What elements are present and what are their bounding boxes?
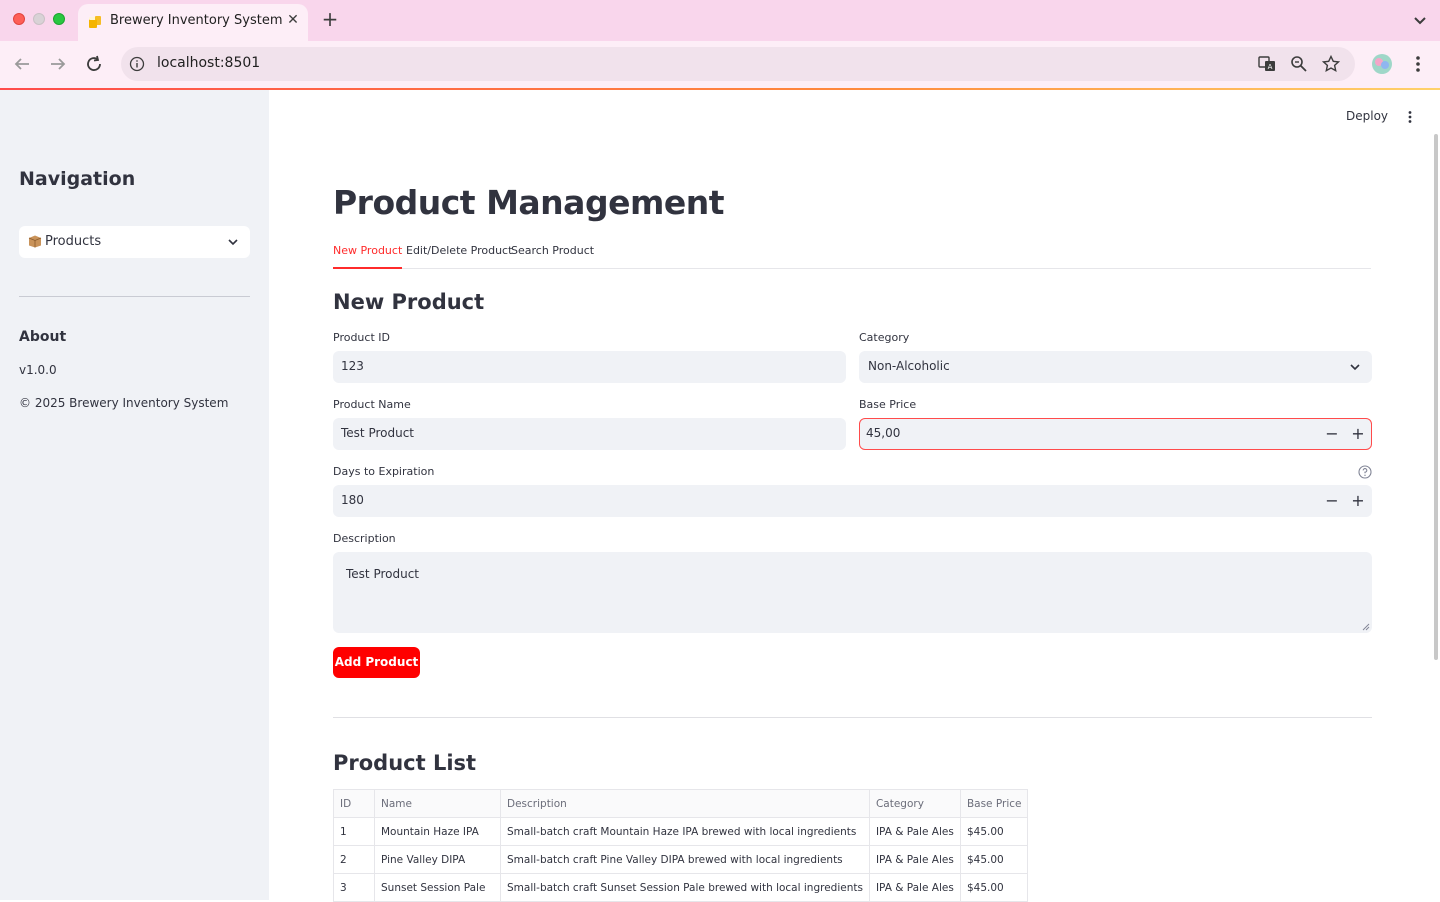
table-cell-price[interactable]: $45.00 bbox=[959, 873, 1029, 902]
main-menu-icon[interactable] bbox=[1402, 109, 1418, 125]
form-section-title: New Product bbox=[333, 290, 485, 314]
base-price-decrement-button[interactable]: − bbox=[1319, 419, 1345, 449]
page-title: Product Management bbox=[333, 183, 724, 222]
tab-edit-delete-product[interactable]: Edit/Delete Product bbox=[406, 244, 512, 269]
chevron-down-icon bbox=[1350, 364, 1360, 371]
deploy-button[interactable]: Deploy bbox=[1346, 109, 1388, 123]
content-divider bbox=[333, 717, 1372, 718]
days-to-expiration-input[interactable]: 180 − + bbox=[333, 485, 1372, 517]
description-label: Description bbox=[333, 532, 396, 545]
tab-search-chevron-icon[interactable] bbox=[1408, 8, 1432, 32]
days-decrement-button[interactable]: − bbox=[1319, 486, 1345, 516]
days-increment-button[interactable]: + bbox=[1345, 486, 1371, 516]
column-header-base-price[interactable]: Base Price bbox=[959, 789, 1029, 818]
column-header-category[interactable]: Category bbox=[868, 789, 961, 818]
product-id-input[interactable]: 123 bbox=[333, 351, 846, 383]
base-price-label: Base Price bbox=[859, 398, 917, 411]
navigation-select-value: Products bbox=[45, 234, 102, 249]
category-select[interactable]: Non-Alcoholic bbox=[859, 351, 1372, 383]
tab-title: Brewery Inventory System bbox=[110, 13, 283, 28]
close-window-button[interactable] bbox=[13, 13, 25, 25]
description-value: Test Product bbox=[346, 567, 420, 581]
table-cell-category[interactable]: IPA & Pale Ales bbox=[868, 873, 961, 902]
table-cell-id[interactable]: 2 bbox=[333, 845, 375, 874]
new-tab-button[interactable]: + bbox=[320, 8, 340, 30]
tab-new-product[interactable]: New Product bbox=[333, 244, 403, 269]
browser-tab-active[interactable]: Brewery Inventory System ✕ bbox=[78, 4, 308, 41]
resize-grip-icon[interactable] bbox=[1362, 623, 1370, 631]
days-to-expiration-label: Days to Expiration bbox=[333, 465, 435, 478]
column-header-name[interactable]: Name bbox=[374, 789, 501, 818]
tab-list: New Product Edit/Delete Product Search P… bbox=[333, 244, 1371, 269]
column-header-id[interactable]: ID bbox=[333, 789, 375, 818]
table-cell-description[interactable]: Small-batch craft Sunset Session Pale br… bbox=[500, 873, 870, 902]
chevron-down-icon bbox=[228, 239, 238, 246]
svg-text:A: A bbox=[1268, 63, 1273, 71]
address-bar[interactable]: localhost:8501 A bbox=[121, 47, 1355, 81]
product-name-value: Test Product bbox=[341, 426, 415, 440]
add-product-button[interactable]: Add Product bbox=[333, 647, 420, 678]
product-id-label: Product ID bbox=[333, 331, 390, 344]
base-price-increment-button[interactable]: + bbox=[1345, 419, 1371, 449]
bookmark-star-icon[interactable] bbox=[1321, 54, 1341, 74]
table-cell-category[interactable]: IPA & Pale Ales bbox=[868, 817, 961, 846]
copyright-text: © 2025 Brewery Inventory System bbox=[19, 396, 229, 410]
description-textarea[interactable]: Test Product bbox=[333, 552, 1372, 633]
category-label: Category bbox=[859, 331, 910, 344]
category-value: Non-Alcoholic bbox=[868, 359, 950, 373]
version-text: v1.0.0 bbox=[19, 363, 57, 377]
maximize-window-button[interactable] bbox=[53, 13, 65, 25]
product-table[interactable]: ID Name Description Category Base Price … bbox=[333, 789, 1029, 902]
product-name-label: Product Name bbox=[333, 398, 411, 411]
table-cell-description[interactable]: Small-batch craft Mountain Haze IPA brew… bbox=[500, 817, 870, 846]
browser-menu-icon[interactable] bbox=[1407, 53, 1429, 75]
site-info-icon[interactable] bbox=[129, 56, 145, 72]
sidebar: Navigation Products About v1.0.0 © 2025 … bbox=[0, 90, 269, 900]
base-price-input[interactable]: 45,00 − + bbox=[859, 418, 1372, 450]
browser-toolbar: localhost:8501 A bbox=[0, 41, 1440, 88]
tab-search-product[interactable]: Search Product bbox=[511, 244, 594, 269]
minimize-window-button[interactable] bbox=[33, 13, 45, 25]
table-cell-id[interactable]: 3 bbox=[333, 873, 375, 902]
zoom-icon[interactable] bbox=[1289, 54, 1309, 74]
table-row[interactable]: 3 Sunset Session Pale Small-batch craft … bbox=[333, 873, 1029, 902]
sidebar-divider bbox=[19, 296, 250, 297]
translate-icon[interactable]: A bbox=[1257, 54, 1277, 74]
beer-favicon-icon bbox=[89, 16, 101, 28]
product-list-title: Product List bbox=[333, 751, 477, 775]
product-id-value: 123 bbox=[341, 359, 364, 373]
product-name-input[interactable]: Test Product bbox=[333, 418, 846, 450]
base-price-value: 45,00 bbox=[866, 426, 901, 440]
table-cell-name[interactable]: Sunset Session Pale bbox=[374, 873, 501, 902]
package-icon bbox=[28, 235, 42, 248]
table-cell-price[interactable]: $45.00 bbox=[959, 845, 1029, 874]
profile-avatar-icon[interactable] bbox=[1371, 53, 1393, 75]
page-scrollbar[interactable] bbox=[1434, 134, 1438, 660]
tab-close-icon[interactable]: ✕ bbox=[284, 11, 302, 29]
column-header-description[interactable]: Description bbox=[500, 789, 870, 818]
table-cell-description[interactable]: Small-batch craft Pine Valley DIPA brewe… bbox=[500, 845, 870, 874]
help-icon[interactable] bbox=[1358, 465, 1372, 479]
table-cell-category[interactable]: IPA & Pale Ales bbox=[868, 845, 961, 874]
url-text[interactable]: localhost:8501 bbox=[157, 55, 260, 71]
table-cell-name[interactable]: Pine Valley DIPA bbox=[374, 845, 501, 874]
table-row[interactable]: 2 Pine Valley DIPA Small-batch craft Pin… bbox=[333, 845, 1029, 874]
table-header-row: ID Name Description Category Base Price bbox=[333, 789, 1029, 818]
about-heading: About bbox=[19, 329, 67, 345]
table-cell-id[interactable]: 1 bbox=[333, 817, 375, 846]
table-cell-name[interactable]: Mountain Haze IPA bbox=[374, 817, 501, 846]
days-to-expiration-value: 180 bbox=[341, 493, 364, 507]
back-arrow-icon[interactable] bbox=[10, 52, 34, 76]
sidebar-title: Navigation bbox=[19, 168, 136, 190]
navigation-select[interactable]: Products bbox=[19, 226, 250, 258]
table-row[interactable]: 1 Mountain Haze IPA Small-batch craft Mo… bbox=[333, 817, 1029, 846]
browser-tab-bar: Brewery Inventory System ✕ + bbox=[0, 0, 1440, 41]
table-cell-price[interactable]: $45.00 bbox=[959, 817, 1029, 846]
forward-arrow-icon[interactable] bbox=[46, 52, 70, 76]
reload-icon[interactable] bbox=[82, 52, 106, 76]
